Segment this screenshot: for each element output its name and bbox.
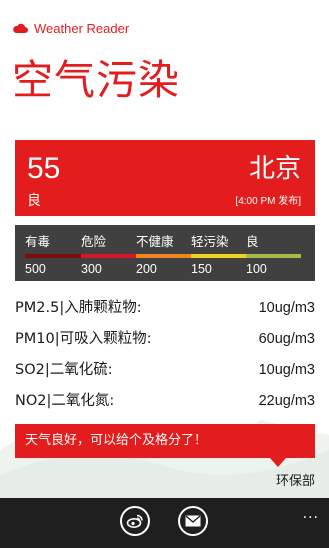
aqi-level: 良 [27,193,41,209]
pollutant-row: PM2.5|入肺颗粒物: 10ug/m3 [15,296,315,327]
scale-item-name: 良 [246,234,259,249]
weibo-icon [126,514,143,528]
aqi-card: 55 良 北京 [4:00 PM 发布] [15,140,315,216]
weather-logo-icon [13,23,28,33]
scale-item-threshold: 150 [191,262,212,276]
mail-icon [185,515,201,527]
scale-bar-dangerous [81,254,136,258]
scale-item-threshold: 300 [81,262,102,276]
advice-bubble: 天气良好，可以给个及格分了！ [15,424,315,458]
share-mail-button[interactable] [178,506,208,536]
scale-item-name: 不健康 [136,234,174,249]
pollutant-row: PM10|可吸入颗粒物: 60ug/m3 [15,327,315,358]
scale-item-threshold: 500 [25,262,46,276]
page-title: 空气污染 [12,56,180,104]
scale-item-name: 有毒 [25,234,51,249]
scale-item-name: 轻污染 [191,234,229,249]
pollutant-name: NO2|二氧化氮: [15,393,115,409]
share-weibo-button[interactable] [120,506,150,536]
aqi-value: 55 [27,152,61,185]
app-title: Weather Reader [34,20,130,36]
pollutant-name: SO2|二氧化硫: [15,362,113,378]
pollutant-value: 22ug/m3 [258,393,315,409]
pollutant-name: PM2.5|入肺颗粒物: [15,300,142,316]
pollutant-value: 10ug/m3 [258,300,315,316]
scale-item-name: 危险 [81,234,107,249]
scale-bar-light-pollution [191,254,246,258]
pollutant-list: PM2.5|入肺颗粒物: 10ug/m3 PM10|可吸入颗粒物: 60ug/m… [15,296,315,420]
data-source: 环保部 [275,474,315,489]
app-header: Weather Reader [12,18,129,38]
aqi-scale-legend: 有毒 500 危险 300 不健康 200 轻污染 150 良 100 [15,225,315,281]
aqi-city: 北京 [248,154,301,184]
app-bar: ... [0,498,329,548]
pollutant-row: SO2|二氧化硫: 10ug/m3 [15,358,315,389]
scale-bar-toxic [25,254,81,258]
scale-bar-good [246,254,301,258]
scale-item-threshold: 100 [246,262,267,276]
scale-bar-unhealthy [136,254,191,258]
pollutant-name: PM10|可吸入颗粒物: [15,331,152,347]
aqi-publish-time: [4:00 PM 发布] [235,196,301,207]
pollutant-row: NO2|二氧化氮: 22ug/m3 [15,389,315,420]
advice-text: 天气良好，可以给个及格分了！ [25,433,208,448]
more-options-button[interactable]: ... [303,506,319,522]
scale-item-threshold: 200 [136,262,157,276]
pollutant-value: 60ug/m3 [258,331,315,347]
pollutant-value: 10ug/m3 [258,362,315,378]
advice-bubble-tail [270,458,286,467]
